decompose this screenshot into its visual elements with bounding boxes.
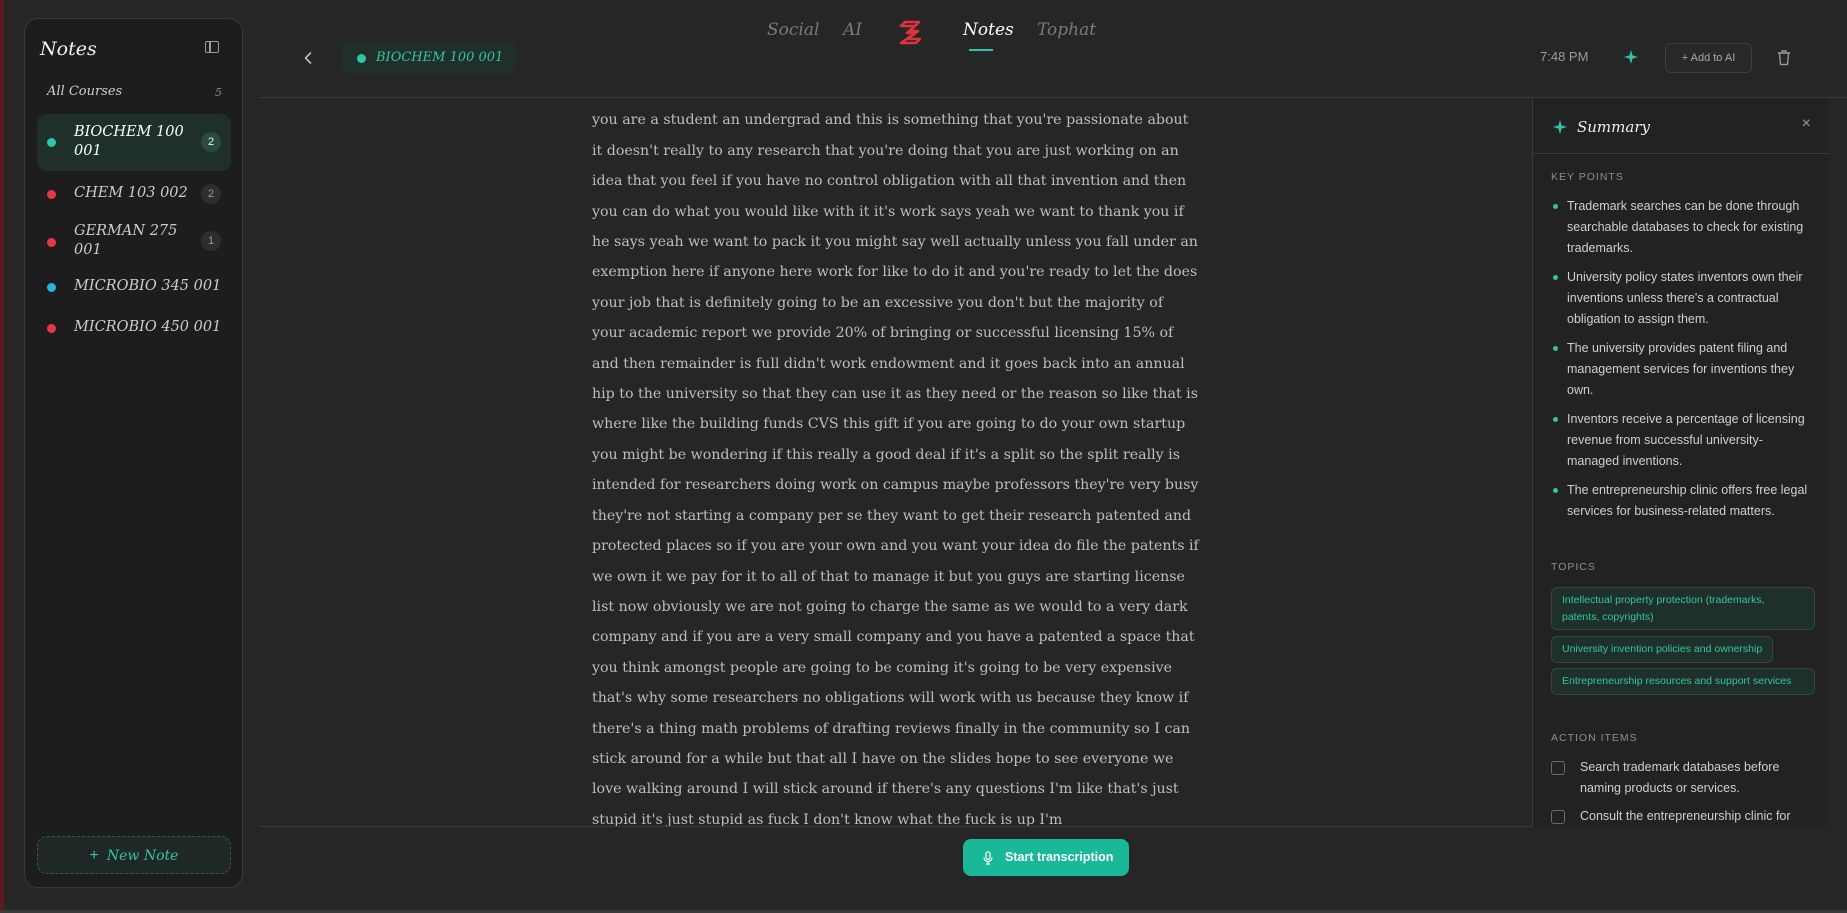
start-transcription-label: Start transcription (1005, 850, 1114, 864)
sparkle-icon[interactable] (1624, 50, 1638, 64)
course-item-microbio-345-001[interactable]: MICROBIO 345 001 (37, 269, 231, 305)
notes-sidebar: Notes All Courses 5 BIOCHEM 100 001 2 CH… (24, 18, 243, 888)
course-color-dot (47, 238, 56, 247)
new-note-button[interactable]: + New Note (37, 836, 231, 874)
action-item-text: Consult the entrepreneurship clinic for (1580, 809, 1791, 823)
key-point-item: Inventors receive a percentage of licens… (1551, 409, 1811, 472)
course-item-chem-103-002[interactable]: CHEM 103 002 2 (37, 175, 231, 213)
sidebar-toggle-icon[interactable] (205, 41, 219, 53)
action-item-text: Search trademark databases before naming… (1580, 760, 1780, 795)
course-color-dot (47, 283, 56, 292)
course-item-biochem-100-001[interactable]: BIOCHEM 100 001 2 (37, 114, 231, 171)
microphone-icon (983, 851, 993, 865)
active-tab-indicator (969, 49, 993, 51)
course-item-german-275-001[interactable]: GERMAN 275 001 1 (37, 217, 231, 263)
course-note-count: 2 (201, 132, 221, 152)
close-icon[interactable]: × (1802, 115, 1811, 133)
nav-tab-tophat[interactable]: Tophat (1037, 20, 1096, 40)
topics-heading: TOPICS (1551, 561, 1596, 573)
key-points-list: Trademark searches can be done through s… (1551, 196, 1811, 530)
all-courses-count: 5 (215, 86, 222, 99)
course-name: CHEM 103 002 (74, 185, 188, 201)
window-edge (0, 0, 4, 913)
current-course-chip[interactable]: BIOCHEM 100 001 (342, 42, 516, 74)
nav-tab-notes[interactable]: Notes (963, 20, 1014, 40)
course-color-dot (47, 138, 56, 147)
transcript-text: a reality as long as the university is n… (592, 112, 1199, 826)
nav-tab-ai[interactable]: AI (843, 20, 862, 40)
course-item-microbio-450-001[interactable]: MICROBIO 450 001 (37, 310, 231, 346)
topic-tag[interactable]: University invention policies and owners… (1551, 636, 1774, 663)
sidebar-title: Notes (40, 38, 97, 60)
summary-panel: Summary × KEY POINTS Trademark searches … (1532, 98, 1829, 826)
key-point-item: University policy states inventors own t… (1551, 267, 1811, 330)
sparkle-icon (1553, 120, 1567, 134)
action-item-checkbox[interactable] (1551, 810, 1565, 824)
topic-tag[interactable]: Entrepreneurship resources and support s… (1551, 668, 1815, 695)
summary-header: Summary × (1533, 98, 1829, 154)
course-color-dot (357, 54, 366, 63)
topic-tag[interactable]: Intellectual property protection (tradem… (1551, 587, 1815, 630)
course-name: BIOCHEM 100 001 (74, 124, 184, 159)
plus-icon: + (89, 847, 99, 864)
course-color-dot (47, 190, 56, 199)
action-item-checkbox[interactable] (1551, 761, 1565, 775)
add-to-ai-label: Add to AI (1690, 52, 1736, 64)
course-note-count: 2 (201, 184, 221, 204)
key-points-heading: KEY POINTS (1551, 171, 1624, 183)
course-name: GERMAN 275 001 (74, 223, 178, 258)
course-name: MICROBIO 345 001 (74, 278, 222, 294)
transcript-scroll-area[interactable]: a reality as long as the university is n… (259, 98, 1532, 826)
key-point-item: The entrepreneurship clinic offers free … (1551, 480, 1811, 522)
new-note-label: New Note (106, 848, 179, 864)
action-items-heading: ACTION ITEMS (1551, 732, 1638, 744)
course-note-count: 1 (201, 231, 221, 251)
course-name: MICROBIO 450 001 (74, 319, 222, 335)
summary-title: Summary (1577, 118, 1650, 136)
key-point-item: The university provides patent filing an… (1551, 338, 1811, 401)
start-transcription-button[interactable]: Start transcription (963, 839, 1129, 876)
plus-icon: + (1681, 52, 1691, 64)
back-chevron-icon[interactable] (300, 50, 316, 66)
all-courses-link[interactable]: All Courses (47, 84, 122, 99)
nav-tab-social[interactable]: Social (767, 20, 819, 40)
current-course-label: BIOCHEM 100 001 (376, 50, 504, 65)
key-point-item: Trademark searches can be done through s… (1551, 196, 1811, 259)
trash-icon[interactable] (1776, 49, 1792, 66)
footer-divider (259, 826, 1532, 827)
app-logo-icon[interactable] (896, 17, 924, 47)
add-to-ai-button[interactable]: + Add to AI (1665, 43, 1752, 73)
course-color-dot (47, 324, 56, 333)
current-time: 7:48 PM (1540, 49, 1589, 64)
